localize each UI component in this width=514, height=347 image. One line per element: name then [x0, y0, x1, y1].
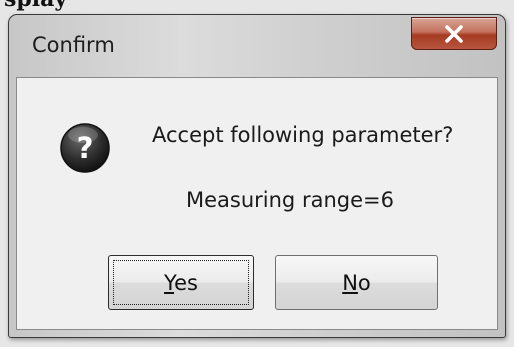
dialog-title: Confirm	[32, 33, 115, 57]
no-button-label: No	[342, 270, 371, 295]
confirm-message: Accept following parameter?	[152, 123, 454, 147]
background-document-text: splay	[0, 0, 514, 14]
dialog-content: ? Accept following parameter? Measuring …	[16, 77, 498, 330]
yes-button-label: Yes	[164, 270, 198, 295]
title-bar[interactable]: Confirm	[9, 15, 505, 77]
document-text-fragment: splay	[4, 0, 67, 12]
close-button[interactable]	[411, 17, 497, 50]
parameter-value: Measuring range=6	[186, 188, 394, 212]
svg-text:?: ?	[77, 131, 94, 165]
yes-button[interactable]: Yes	[108, 255, 254, 310]
no-button[interactable]: No	[275, 255, 438, 310]
confirm-dialog: Confirm ? Accept following parameter? Me…	[8, 14, 506, 338]
question-mark-icon: ?	[59, 122, 111, 174]
close-x-icon	[442, 24, 466, 44]
